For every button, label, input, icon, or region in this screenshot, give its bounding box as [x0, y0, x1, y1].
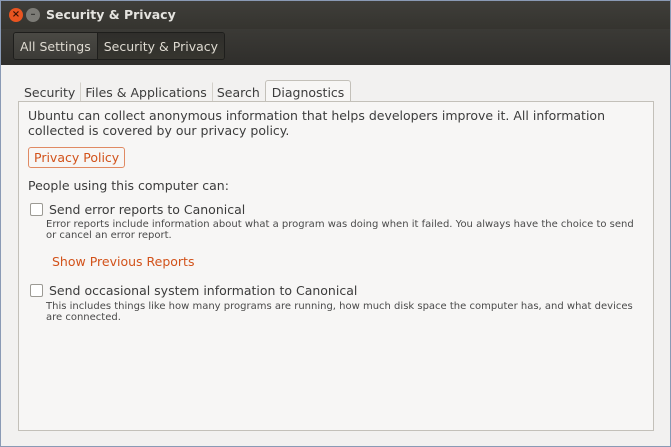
people-label: People using this computer can:	[28, 178, 229, 193]
tab-bar: Security Files & Applications Search Dia…	[19, 79, 352, 103]
minimize-icon[interactable]: –	[26, 8, 40, 22]
error-reports-description: Error reports include information about …	[46, 219, 634, 241]
tab-search[interactable]: Search	[211, 82, 265, 102]
system-info-label: Send occasional system information to Ca…	[49, 283, 358, 298]
title-bar[interactable]: × – Security & Privacy	[1, 1, 670, 29]
breadcrumb: All Settings Security & Privacy	[13, 32, 226, 60]
settings-window: × – Security & Privacy All Settings Secu…	[0, 0, 671, 447]
show-previous-reports-link[interactable]: Show Previous Reports	[52, 254, 194, 269]
error-reports-checkbox-row[interactable]: Send error reports to Canonical	[30, 202, 245, 217]
system-info-checkbox-row[interactable]: Send occasional system information to Ca…	[30, 283, 357, 298]
error-reports-checkbox[interactable]	[30, 203, 43, 216]
privacy-policy-button[interactable]: Privacy Policy	[28, 147, 126, 168]
window-title: Security & Privacy	[46, 7, 176, 22]
security-privacy-crumb[interactable]: Security & Privacy	[96, 33, 225, 59]
tab-files-applications[interactable]: Files & Applications	[80, 82, 211, 102]
intro-text: Ubuntu can collect anonymous information…	[28, 108, 605, 138]
error-reports-label: Send error reports to Canonical	[49, 202, 246, 217]
all-settings-button[interactable]: All Settings	[14, 33, 97, 59]
toolbar: All Settings Security & Privacy	[1, 29, 670, 65]
diagnostics-panel: Ubuntu can collect anonymous information…	[18, 101, 654, 431]
system-info-checkbox[interactable]	[30, 284, 43, 297]
system-info-description: This includes things like how many progr…	[46, 301, 633, 323]
close-icon[interactable]: ×	[9, 8, 23, 22]
tab-diagnostics[interactable]: Diagnostics	[264, 80, 352, 103]
tab-security[interactable]: Security	[19, 82, 80, 102]
